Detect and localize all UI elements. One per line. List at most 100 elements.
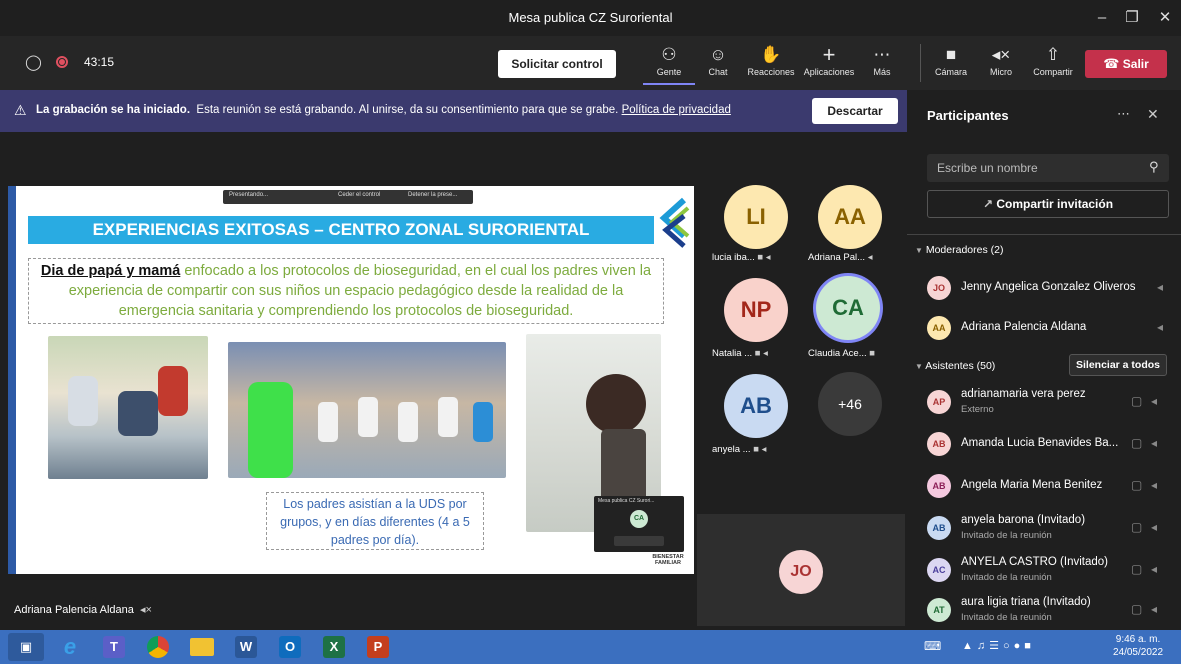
mic-icon: ◂ [1151,602,1158,616]
share-button[interactable]: ⇧ Compartir [1026,43,1080,85]
tile-name-np: Natalia ... ■ ◂ [712,348,768,359]
system-tray-icons[interactable]: ▲♫☰○●■ [962,639,1035,652]
more-participants-tile[interactable]: +46 [818,372,882,436]
share-invite-button[interactable]: ↗ Compartir invitación [927,190,1169,218]
camera-off-icon: ▢ [1131,602,1143,616]
tile-avatar-np: NP [724,278,788,342]
mic-icon: ◂ [1151,562,1158,576]
toolbar-divider [920,44,921,82]
attendees-header[interactable]: ▼ Asistentes (50) [915,360,995,372]
camera-off-icon: ▢ [1131,478,1143,492]
leave-label: Salir [1122,57,1149,71]
presenter-name-label: Adriana Palencia Aldana ◂× [8,600,158,620]
mic-button[interactable]: ◂× Micro [976,43,1026,85]
request-control-button[interactable]: Solicitar control [498,50,616,78]
tile-avatar-aa: AA [818,185,882,249]
teams-icon: T [103,636,125,658]
presenter-name: Adriana Palencia Aldana [14,604,134,616]
slide-lead: Dia de papá y mamá [40,263,181,279]
file-explorer-button[interactable] [184,633,220,661]
excel-icon: X [323,636,345,658]
taskbar: ▣ e T W O X P ⌨ ▲♫☰○●■ 9:46 a. m. 24/05/… [0,630,1181,664]
avatar: AP [927,390,951,414]
excel-button[interactable]: X [316,633,352,661]
participant-row[interactable]: AP adrianamaria vera perez Externo ▢ ◂ [907,382,1181,422]
powerpoint-button[interactable]: P [360,633,396,661]
close-panel-icon[interactable]: ✕ [1147,106,1159,123]
edge-button[interactable]: e [52,633,88,661]
tile-avatar-ab: AB [724,374,788,438]
participant-name: anyela barona (Invitado) [961,514,1086,526]
powerpoint-icon: P [367,636,389,658]
clock-time: 9:46 a. m. [1115,634,1161,645]
outlook-button[interactable]: O [272,633,308,661]
logo-icon [654,196,690,252]
task-view-icon: ▣ [19,639,33,654]
mini-avatar: CA [630,510,648,528]
mini-meeting-window: Mesa publica CZ Surori... CA [594,496,684,552]
tile-name-li: lucia iba... ■ ◂ [712,252,771,263]
reactions-button[interactable]: ✋ Reacciones [742,43,800,85]
participant-row[interactable]: AB anyela barona (Invitado) Invitado de … [907,508,1181,548]
presenting-label: Presentando... [229,192,269,198]
mute-all-button[interactable]: Silenciar a todos [1069,354,1167,376]
camera-off-icon: ▢ [1131,436,1143,450]
chat-icon: ☺ [709,45,727,64]
participant-role: Invitado de la reunión [961,612,1052,623]
camera-button[interactable]: ■ Cámara [926,43,976,85]
participant-name: adrianamaria vera perez [961,388,1086,400]
chat-button[interactable]: ☺ Chat [692,43,744,85]
minimize-button[interactable]: – [1087,6,1117,30]
mic-icon: ■ ◂ [754,348,768,359]
word-button[interactable]: W [228,633,264,661]
keyboard-icon[interactable]: ⌨ [924,639,941,653]
tile-avatar-li: LI [724,185,788,249]
dismiss-button[interactable]: Descartar [812,98,898,124]
task-view-button[interactable]: ▣ [8,633,44,661]
moderators-header[interactable]: ▼ Moderadores (2) [915,244,1003,256]
teams-button[interactable]: T [96,633,132,661]
slide-caption: Los padres asistían a la UDS por grupos,… [266,492,484,550]
camera-label: Cámara [934,67,967,77]
word-icon: W [235,636,257,658]
privacy-policy-link[interactable]: Política de privacidad [622,104,731,116]
camera-off-icon: ■ [869,348,876,359]
participant-row[interactable]: JO Jenny Angelica Gonzalez Oliveros ◂ [907,268,1181,308]
chrome-icon [147,636,169,658]
shield-icon: ◯ [25,54,42,71]
people-button[interactable]: ⚇ Gente [643,43,695,85]
maximize-button[interactable]: ❐ [1117,6,1147,30]
reactions-icon: ✋ [760,45,782,64]
panel-divider [907,234,1181,235]
slide-body: Dia de papá y mamá enfocado a los protoc… [28,258,664,324]
camera-off-icon: ▢ [1131,562,1143,576]
search-input[interactable]: Escribe un nombre ⚲ [927,154,1169,182]
presenter-toolbar: Presentando... Ceder el control Detener … [223,190,473,204]
participant-row[interactable]: AB Angela Maria Mena Benitez ▢ ◂ [907,466,1181,506]
participant-role: Invitado de la reunión [961,572,1052,583]
participant-row[interactable]: AT aura ligia triana (Invitado) Invitado… [907,590,1181,630]
participant-row[interactable]: AB Amanda Lucia Benavides Ba... ▢ ◂ [907,424,1181,464]
mic-off-icon: ◂ [867,252,873,263]
participant-row[interactable]: AC ANYELA CASTRO (Invitado) Invitado de … [907,550,1181,590]
close-button[interactable]: ✕ [1150,6,1180,30]
share-icon: ⇧ [1045,45,1061,64]
people-icon: ⚇ [661,45,677,64]
warning-icon: ⚠ [14,102,27,118]
taskbar-clock[interactable]: 9:46 a. m. 24/05/2022 [1104,633,1172,659]
edge-icon: e [63,634,77,659]
apps-button[interactable]: + Aplicaciones [800,43,858,85]
avatar: AB [927,432,951,456]
avatar: AA [927,316,951,340]
participant-name: Angela Maria Mena Benitez [961,479,1103,491]
chrome-button[interactable] [140,633,176,661]
avatar: AB [927,516,951,540]
leave-button[interactable]: ☎ Salir [1085,50,1167,78]
self-view-avatar: JO [779,550,823,594]
participant-row[interactable]: AA Adriana Palencia Aldana ◂ [907,308,1181,348]
slide-photo-2 [228,342,506,478]
stop-presenting-label: Detener la prese... [408,192,458,198]
more-button[interactable]: ⋯ Más [857,43,907,85]
panel-more-icon[interactable]: ⋯ [1117,106,1130,122]
banner-bold-text: La grabación se ha iniciado. [36,104,191,116]
